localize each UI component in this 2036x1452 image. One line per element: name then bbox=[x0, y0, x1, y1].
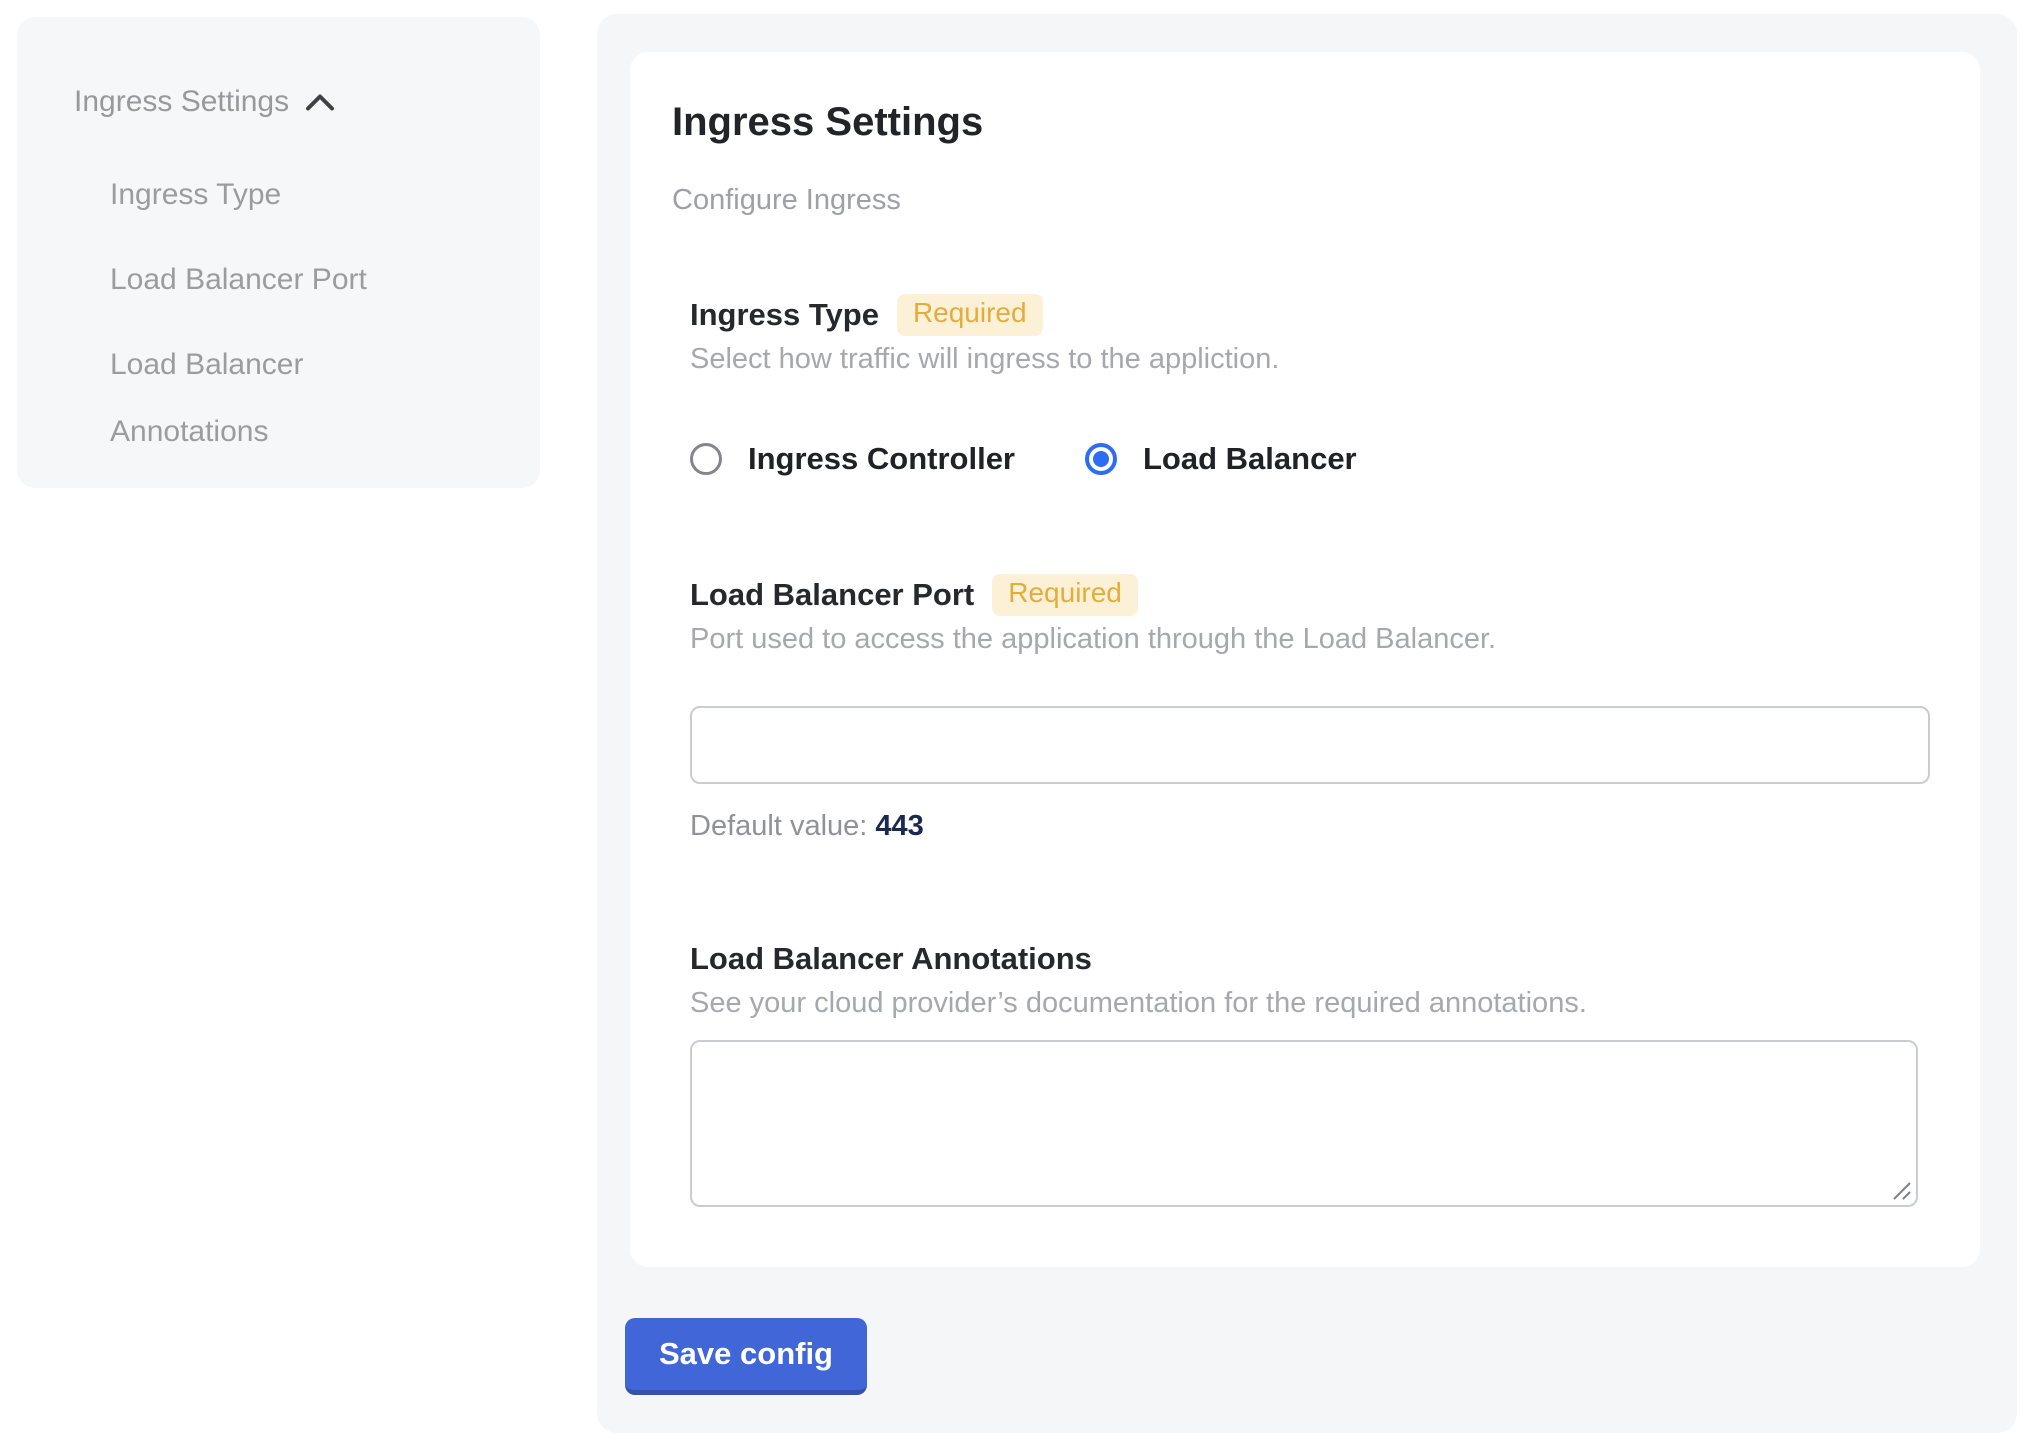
required-badge: Required bbox=[992, 574, 1138, 616]
page-subtitle: Configure Ingress bbox=[672, 184, 901, 217]
sidebar-item-load-balancer-port[interactable]: Load Balancer Port bbox=[110, 246, 420, 313]
sidebar-item-load-balancer-annotations[interactable]: Load Balancer Annotations bbox=[110, 331, 420, 465]
radio-load-balancer-label[interactable]: Load Balancer bbox=[1143, 441, 1357, 477]
default-value-line: Default value:443 bbox=[690, 810, 1936, 843]
section-load-balancer-port: Load Balancer Port Required Port used to… bbox=[690, 574, 1936, 843]
radio-ingress-controller[interactable]: Ingress Controller bbox=[690, 441, 1015, 477]
sidebar-item-ingress-type[interactable]: Ingress Type bbox=[110, 161, 420, 228]
textarea-resize-handle-icon[interactable] bbox=[1891, 1180, 1913, 1202]
load-balancer-port-input[interactable] bbox=[690, 706, 1930, 784]
sidebar-section-toggle[interactable]: Ingress Settings bbox=[74, 82, 335, 122]
load-balancer-port-label: Load Balancer Port bbox=[690, 577, 974, 613]
radio-circle-icon[interactable] bbox=[1085, 443, 1117, 475]
save-config-button[interactable]: Save config bbox=[625, 1318, 867, 1395]
section-load-balancer-annotations: Load Balancer Annotations See your cloud… bbox=[690, 938, 1936, 1207]
load-balancer-port-description: Port used to access the application thro… bbox=[690, 622, 1936, 656]
radio-ingress-controller-label[interactable]: Ingress Controller bbox=[748, 441, 1015, 477]
ingress-type-description: Select how traffic will ingress to the a… bbox=[690, 342, 1936, 376]
required-badge: Required bbox=[897, 294, 1043, 336]
page-title: Ingress Settings bbox=[672, 100, 983, 145]
ingress-settings-panel: Ingress Settings Configure Ingress Ingre… bbox=[597, 14, 2017, 1433]
sidebar-section-label: Ingress Settings bbox=[74, 82, 289, 122]
chevron-up-icon bbox=[305, 93, 335, 112]
default-value-label: Default value: bbox=[690, 810, 867, 842]
load-balancer-annotations-label: Load Balancer Annotations bbox=[690, 941, 1092, 977]
radio-load-balancer[interactable]: Load Balancer bbox=[1085, 441, 1357, 477]
ingress-type-label: Ingress Type bbox=[690, 297, 879, 333]
ingress-settings-card: Ingress Settings Configure Ingress Ingre… bbox=[630, 52, 1980, 1267]
radio-circle-icon[interactable] bbox=[690, 443, 722, 475]
load-balancer-annotations-description: See your cloud provider’s documentation … bbox=[690, 986, 1936, 1020]
load-balancer-annotations-textarea[interactable] bbox=[690, 1040, 1918, 1207]
default-value: 443 bbox=[875, 810, 923, 842]
ingress-type-radio-group: Ingress Controller Load Balancer bbox=[690, 434, 1936, 484]
settings-sidebar: Ingress Settings Ingress Type Load Balan… bbox=[17, 17, 540, 488]
section-ingress-type: Ingress Type Required Select how traffic… bbox=[690, 294, 1936, 484]
